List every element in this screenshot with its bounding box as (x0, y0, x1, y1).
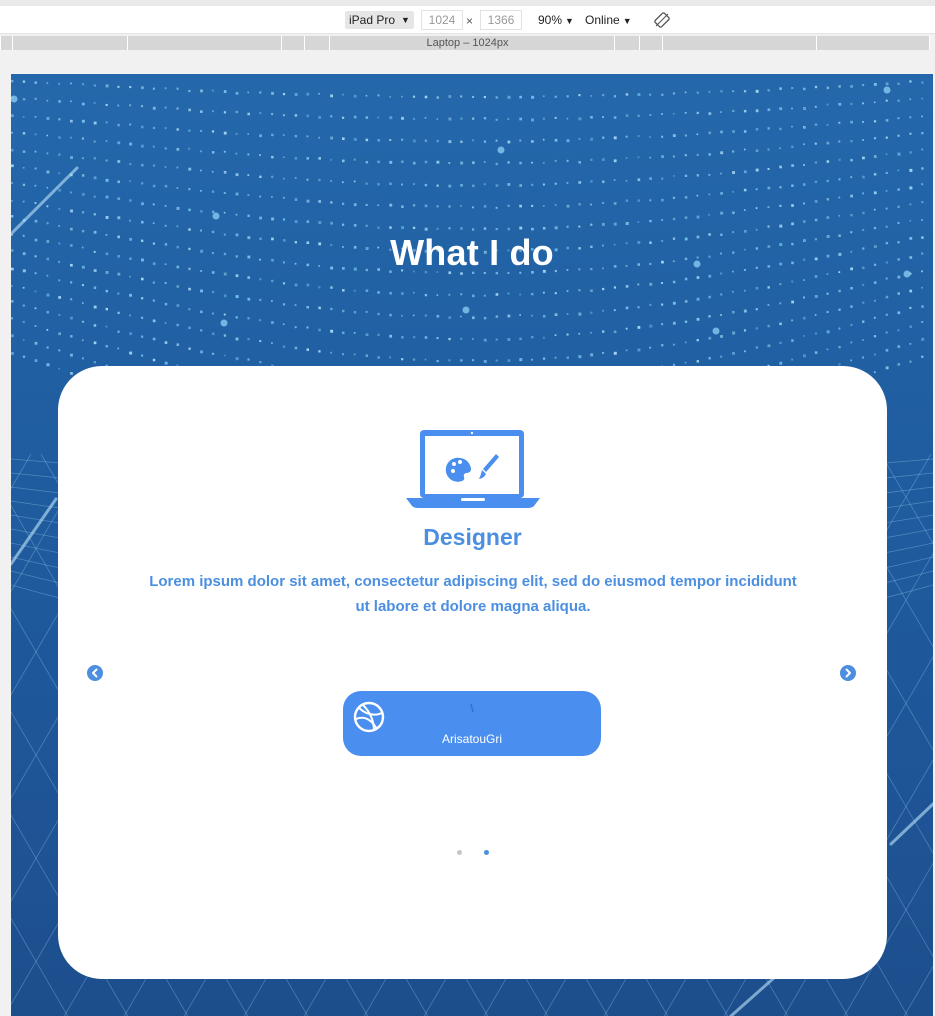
role-description: Lorem ipsum dolor sit amet, consectetur … (149, 573, 797, 615)
section-title: What I do (390, 232, 554, 273)
carousel-dot-1[interactable] (456, 850, 462, 855)
slash-mark-icon (470, 703, 474, 713)
rotate-icon[interactable] (654, 12, 670, 28)
zoom-select-label: 90% (538, 13, 563, 27)
network-select-label: Online (585, 13, 620, 27)
carousel-dot-2[interactable] (483, 850, 489, 855)
service-card: Designer Lorem ipsum dolor sit amet, con… (58, 366, 887, 979)
device-select[interactable]: iPad Pro ▼ (345, 11, 414, 29)
media-query-label: Laptop – 1024px (426, 37, 509, 49)
dribbble-icon (353, 701, 385, 733)
carousel-dots (58, 850, 887, 855)
page-viewport: What I do Designer Lorem ipsum dolor sit… (11, 74, 933, 1016)
chevron-left-icon (92, 668, 98, 678)
chevron-right-icon (845, 668, 851, 678)
network-throttle-select[interactable]: Online ▼ (585, 13, 632, 27)
device-select-label: iPad Pro (349, 13, 396, 27)
laptop-palette-icon (406, 430, 540, 508)
dribbble-profile-button[interactable]: ArisatouGri (343, 691, 601, 756)
viewport-height-input[interactable]: 1366 (480, 10, 522, 30)
caret-down-icon: ▼ (622, 16, 632, 26)
carousel-next-button[interactable] (840, 665, 856, 681)
caret-down-icon: ▼ (401, 15, 410, 25)
device-toolbar: iPad Pro ▼ 1024 × 1366 90% ▼ Online ▼ (0, 0, 935, 34)
carousel-prev-button[interactable] (87, 665, 103, 681)
caret-down-icon: ▼ (565, 16, 574, 26)
dimension-separator: × (466, 14, 474, 28)
role-title: Designer (423, 524, 522, 550)
media-query-bar: Laptop – 1024px (0, 35, 935, 51)
social-handle: ArisatouGri (441, 732, 503, 746)
viewport-width-input[interactable]: 1024 (421, 10, 463, 30)
zoom-select[interactable]: 90% ▼ (538, 13, 574, 27)
